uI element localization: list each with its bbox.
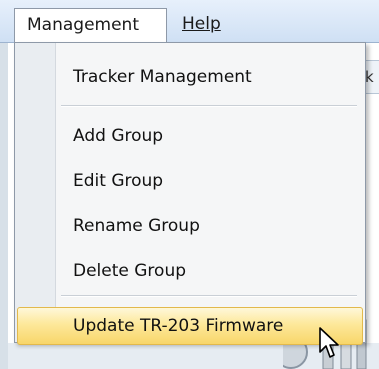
menu-item-update-firmware[interactable]: Update TR-203 Firmware [17,307,363,345]
menu-separator [61,105,357,107]
background-panel-edge [0,43,8,369]
menu-item-label: Edit Group [73,171,164,191]
menu-item-delete-group[interactable]: Delete Group [17,251,363,291]
menu-management[interactable]: Management [14,8,167,42]
menu-item-label: Tracker Management [73,67,252,87]
mouse-pointer-icon [319,327,339,358]
menu-item-rename-group[interactable]: Rename Group [17,206,363,246]
menubar: Management Help [0,0,379,43]
menu-item-label: Rename Group [73,216,200,236]
menu-help[interactable]: Help [170,8,230,42]
menu-item-tracker-management[interactable]: Tracker Management [17,57,363,97]
menu-help-label: Help [182,14,221,34]
management-dropdown: Tracker Management Add Group Edit Group … [14,42,366,345]
background-tab-text: k [365,68,374,86]
menu-item-add-group[interactable]: Add Group [17,116,363,156]
menu-separator [61,295,357,297]
menu-item-label: Add Group [73,126,164,146]
menu-item-edit-group[interactable]: Edit Group [17,161,363,201]
menu-management-label: Management [27,15,139,35]
menu-item-label: Update TR-203 Firmware [73,316,284,336]
menu-item-label: Delete Group [73,261,187,281]
